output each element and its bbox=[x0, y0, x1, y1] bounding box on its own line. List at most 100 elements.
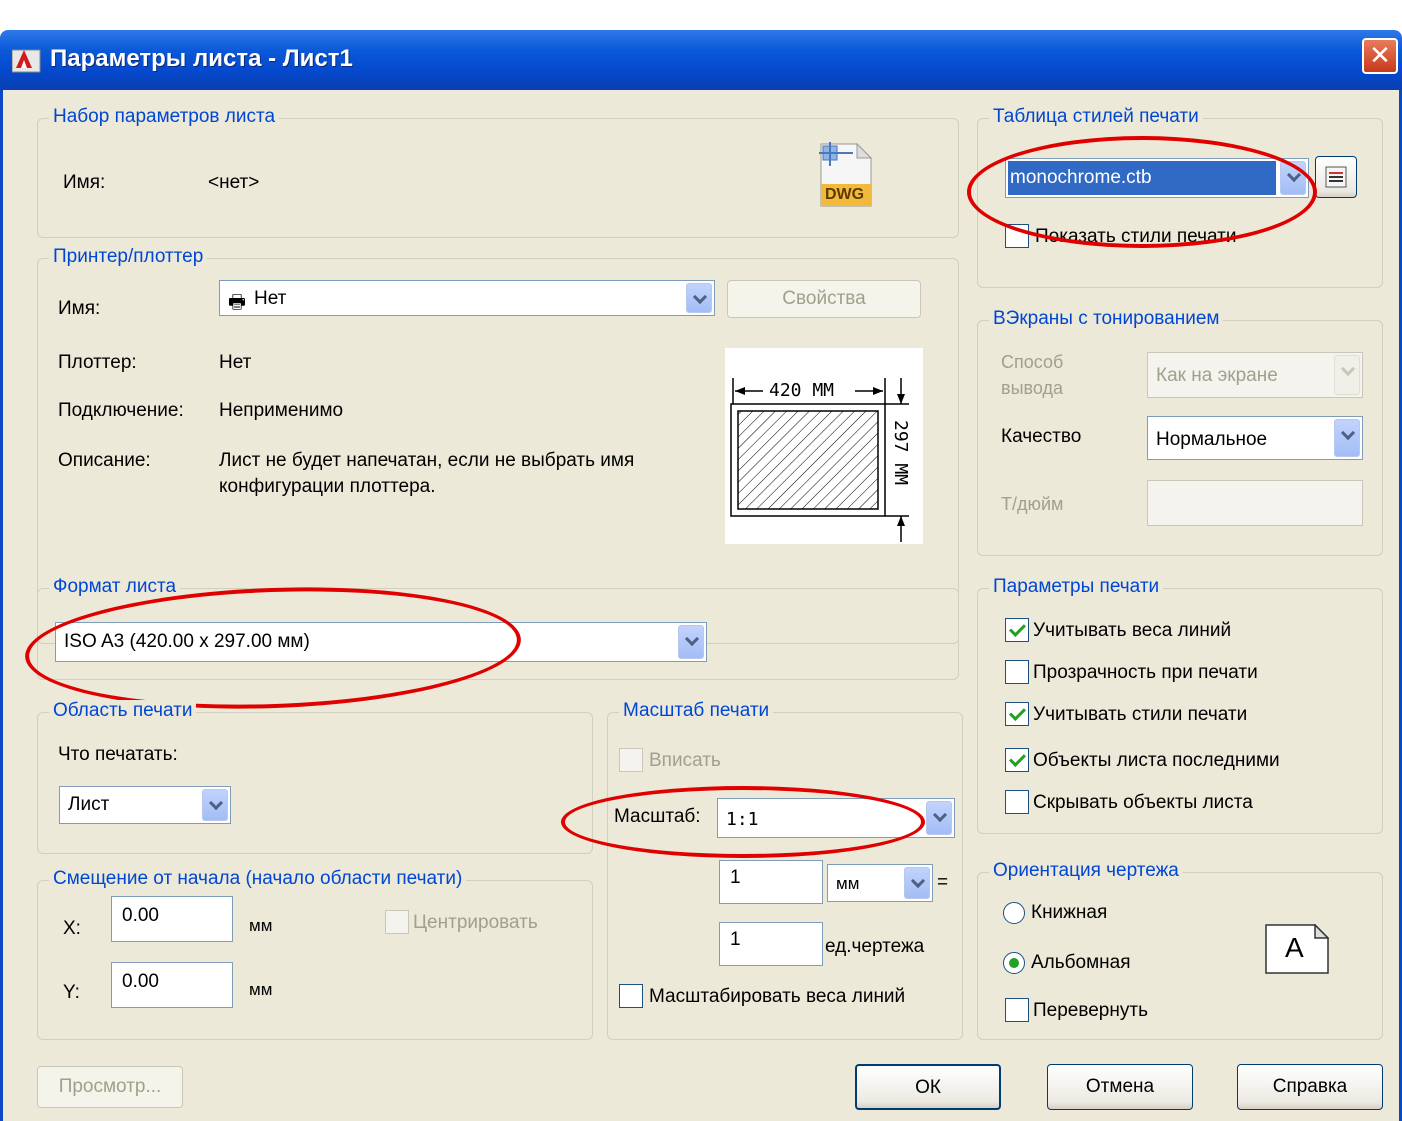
page-setup-name-label: Имя: bbox=[63, 172, 106, 193]
scale-paper-units-input[interactable]: 1 bbox=[719, 860, 823, 904]
chevron-down-icon[interactable] bbox=[678, 625, 704, 659]
fit-to-paper-checkbox[interactable] bbox=[619, 748, 643, 772]
plot-option-checkbox-transparency[interactable] bbox=[1005, 660, 1029, 684]
fit-to-paper-label: Вписать bbox=[649, 750, 721, 771]
scale-label: Масштаб: bbox=[614, 806, 701, 827]
quality-select[interactable]: Нормальное bbox=[1147, 416, 1363, 460]
chevron-down-icon[interactable] bbox=[1334, 355, 1360, 395]
page-setup-group-label: Набор параметров листа bbox=[49, 106, 280, 128]
paper-preview: 420 ММ 297 ММ bbox=[725, 348, 923, 544]
shade-plot-value: Как на экране bbox=[1156, 365, 1278, 386]
orientation-icon-letter: A bbox=[1285, 932, 1304, 963]
printer-name-value: Нет bbox=[254, 288, 287, 309]
offset-x-unit: мм bbox=[249, 916, 273, 935]
shaded-viewport-group-label: ВЭкраны с тонированием bbox=[989, 308, 1224, 330]
dialog-body: Набор параметров листа Имя: <нет> DWG Пр… bbox=[0, 90, 1402, 1121]
preview-button[interactable]: Просмотр... bbox=[37, 1066, 183, 1108]
offset-x-input[interactable]: 0.00 bbox=[111, 896, 233, 942]
paper-size-value: ISO A3 (420.00 x 297.00 мм) bbox=[64, 631, 310, 652]
portrait-label: Книжная bbox=[1031, 902, 1108, 923]
shade-plot-label-2: вывода bbox=[1001, 378, 1063, 398]
plotter-value: Нет bbox=[219, 352, 252, 373]
orientation-landscape-icon: A bbox=[1265, 923, 1330, 974]
chevron-down-icon[interactable] bbox=[202, 789, 228, 821]
plot-option-checkbox-paperspace-last[interactable] bbox=[1005, 748, 1029, 772]
chevron-down-icon[interactable] bbox=[686, 283, 712, 313]
scale-lineweights-label: Масштабировать веса линий bbox=[649, 986, 906, 1007]
plot-style-table-value: monochrome.ctb bbox=[1010, 167, 1152, 188]
plot-offset-group-label: Смещение от начала (начало области печат… bbox=[49, 868, 467, 890]
dwg-icon: DWG bbox=[813, 142, 875, 208]
display-plot-styles-label: Показать стили печати bbox=[1035, 226, 1237, 247]
cancel-button[interactable]: Отмена bbox=[1047, 1064, 1193, 1110]
offset-x-value: 0.00 bbox=[122, 905, 159, 926]
plot-option-checkbox-plot-styles[interactable] bbox=[1005, 702, 1029, 726]
plot-options-group-label: Параметры печати bbox=[989, 576, 1164, 598]
center-plot-label: Центрировать bbox=[413, 912, 538, 933]
paper-size-select[interactable]: ISO A3 (420.00 x 297.00 мм) bbox=[55, 622, 707, 662]
window-title: Параметры листа - Лист1 bbox=[50, 45, 353, 72]
printer-group-label: Принтер/плоттер bbox=[49, 246, 208, 268]
dwg-icon-text: DWG bbox=[825, 186, 865, 203]
chevron-down-icon[interactable] bbox=[904, 867, 930, 899]
dpi-input[interactable] bbox=[1147, 480, 1363, 526]
plot-scale-group-label: Масштаб печати bbox=[619, 700, 774, 722]
scale-drawing-units-input[interactable]: 1 bbox=[719, 922, 823, 966]
landscape-label: Альбомная bbox=[1031, 952, 1131, 973]
plotter-label: Плоттер: bbox=[58, 352, 137, 373]
shade-plot-label-1: Способ bbox=[1001, 352, 1064, 372]
close-button[interactable]: ✕ bbox=[1362, 38, 1398, 74]
shade-plot-select[interactable]: Как на экране bbox=[1147, 352, 1363, 398]
plot-area-group bbox=[37, 712, 593, 854]
plot-style-table-select[interactable]: monochrome.ctb bbox=[1005, 158, 1309, 198]
scale-select[interactable]: 1:1 bbox=[717, 798, 955, 838]
drawing-units-label: ед.чертежа bbox=[825, 936, 925, 957]
offset-y-label: Y: bbox=[63, 982, 80, 1003]
plot-style-table-group-label: Таблица стилей печати bbox=[989, 106, 1203, 128]
scale-paper-units-value: 1 bbox=[730, 867, 741, 888]
scale-unit-value: мм bbox=[836, 874, 860, 893]
printer-name-label: Имя: bbox=[58, 298, 101, 319]
preview-width-label: 420 ММ bbox=[767, 380, 837, 401]
chevron-down-icon[interactable] bbox=[1334, 419, 1360, 457]
help-button[interactable]: Справка bbox=[1237, 1064, 1383, 1110]
ok-button[interactable]: ОК bbox=[855, 1064, 1001, 1110]
scale-value: 1:1 bbox=[726, 809, 759, 830]
portrait-radio[interactable] bbox=[1003, 902, 1025, 924]
display-plot-styles-checkbox[interactable] bbox=[1005, 224, 1029, 248]
title-bar: Параметры листа - Лист1 ✕ bbox=[0, 30, 1402, 90]
scale-unit-select[interactable]: мм bbox=[827, 864, 933, 902]
offset-y-input[interactable]: 0.00 bbox=[111, 962, 233, 1008]
chevron-down-icon[interactable] bbox=[926, 801, 952, 835]
orientation-group-label: Ориентация чертежа bbox=[989, 860, 1183, 882]
center-plot-checkbox[interactable] bbox=[385, 910, 409, 934]
plot-option-label: Прозрачность при печати bbox=[1033, 662, 1258, 683]
dpi-label: Т/дюйм bbox=[1001, 494, 1064, 514]
printer-icon: 🖶 bbox=[228, 292, 246, 313]
quality-label: Качество bbox=[1001, 426, 1082, 447]
upside-down-label: Перевернуть bbox=[1033, 1000, 1148, 1021]
edit-plot-style-button[interactable] bbox=[1315, 156, 1357, 198]
what-to-plot-label: Что печатать: bbox=[58, 744, 178, 765]
plot-option-label: Объекты листа последними bbox=[1033, 750, 1280, 771]
plot-option-label: Скрывать объекты листа bbox=[1033, 792, 1253, 813]
scale-drawing-units-value: 1 bbox=[730, 929, 741, 950]
offset-y-value: 0.00 bbox=[122, 971, 159, 992]
landscape-radio[interactable] bbox=[1003, 952, 1025, 974]
upside-down-checkbox[interactable] bbox=[1005, 998, 1029, 1022]
preview-height-label: 297 ММ bbox=[890, 418, 911, 488]
printer-name-select[interactable]: 🖶 Нет bbox=[219, 280, 715, 316]
description-label: Описание: bbox=[58, 450, 151, 471]
what-to-plot-value: Лист bbox=[68, 794, 110, 815]
connection-value: Неприменимо bbox=[219, 400, 344, 421]
plot-option-checkbox-hide-objects[interactable] bbox=[1005, 790, 1029, 814]
plot-style-table-group bbox=[977, 118, 1383, 288]
plot-option-checkbox-lineweights[interactable] bbox=[1005, 618, 1029, 642]
paper-size-group-label: Формат листа bbox=[49, 576, 181, 598]
plot-option-label: Учитывать стили печати bbox=[1033, 704, 1248, 725]
page-setup-name-value: <нет> bbox=[208, 172, 260, 193]
properties-button[interactable]: Свойства bbox=[727, 280, 921, 318]
scale-lineweights-checkbox[interactable] bbox=[619, 984, 643, 1008]
chevron-down-icon[interactable] bbox=[1280, 161, 1306, 195]
what-to-plot-select[interactable]: Лист bbox=[59, 786, 231, 824]
